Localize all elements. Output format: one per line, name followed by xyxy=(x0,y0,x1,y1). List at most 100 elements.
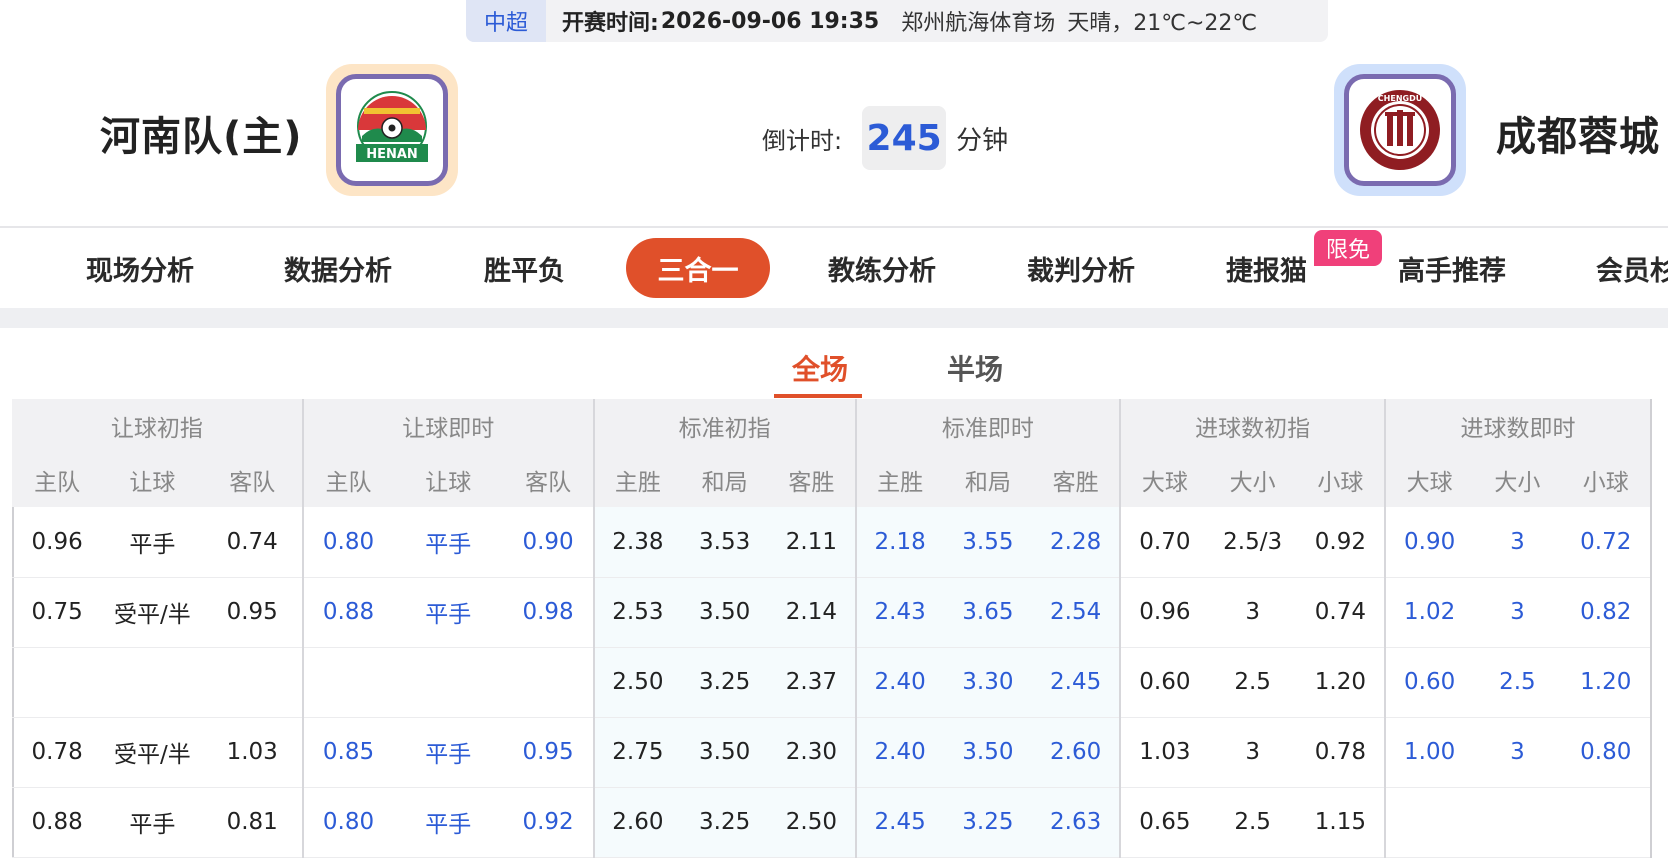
odds-row[interactable]: 0.75 受平/半 0.95 0.88 平手 0.98 2.53 3.50 2.14 2.43 3.… xyxy=(12,577,1650,648)
odds-cell: 0.78 xyxy=(12,717,103,788)
odds-cell: 1.20 xyxy=(1561,647,1650,718)
nav-tab-member[interactable]: 会员杉 xyxy=(1596,228,1668,308)
odds-cell: 2.5 xyxy=(1208,787,1297,858)
odds-cell: 3.50 xyxy=(680,577,769,648)
odds-cell: 2.75 xyxy=(593,717,681,788)
odds-cell: 2.11 xyxy=(768,507,857,578)
column-header: 大小 xyxy=(1208,453,1297,507)
nav-tab-coach-analysis[interactable]: 教练分析 xyxy=(828,228,936,308)
odds-cell: 2.18 xyxy=(855,507,944,578)
odds-cell: 0.74 xyxy=(202,507,304,578)
odds-cell xyxy=(302,647,394,718)
odds-cell: 1.03 xyxy=(1120,717,1209,788)
analysis-nav: 现场分析 数据分析 胜平负 三合一 教练分析 裁判分析 捷报猫 高手推荐 会员杉 xyxy=(0,228,1668,308)
nav-tab-data-analysis[interactable]: 数据分析 xyxy=(284,228,392,308)
home-team-name[interactable]: 河南队(主) xyxy=(100,104,303,162)
column-header: 大小 xyxy=(1473,453,1562,507)
group-handicap-initial: 让球初指 xyxy=(12,399,304,453)
odds-cell: 2.43 xyxy=(855,577,944,648)
table-right-border xyxy=(1650,399,1652,858)
column-header: 客队 xyxy=(503,453,595,507)
odds-cell: 1.20 xyxy=(1296,647,1387,718)
group-goals-initial: 进球数初指 xyxy=(1120,399,1387,453)
column-header: 大球 xyxy=(1120,453,1209,507)
home-team-logo[interactable]: HENAN xyxy=(326,64,458,196)
odds-cell: 0.92 xyxy=(1296,507,1387,578)
countdown-value: 245 xyxy=(862,106,947,170)
away-logo-text: CHENGDU xyxy=(1378,94,1422,103)
venue: 郑州航海体育场 xyxy=(901,11,1056,36)
odds-row[interactable]: 0.96 平手 0.74 0.80 平手 0.90 2.38 3.53 2.11 2.18 3.55… xyxy=(12,507,1650,578)
odds-cell: 0.90 xyxy=(503,507,595,578)
odds-cell xyxy=(1561,787,1650,858)
odds-cell: 0.98 xyxy=(503,577,595,648)
column-header: 客胜 xyxy=(1032,453,1122,507)
column-header: 大球 xyxy=(1385,453,1474,507)
subtab-full-time[interactable]: 全场 xyxy=(792,348,848,388)
away-team-name[interactable]: 成都蓉城 xyxy=(1496,104,1660,162)
odds-cell: 3.55 xyxy=(943,507,1032,578)
odds-cell: 3.30 xyxy=(943,647,1032,718)
nav-tab-expert-picks[interactable]: 高手推荐 xyxy=(1398,228,1506,308)
subtab-half-time[interactable]: 半场 xyxy=(947,348,1003,388)
nav-tab-referee-analysis[interactable]: 裁判分析 xyxy=(1027,228,1135,308)
odds-cell: 2.45 xyxy=(855,787,944,858)
table-group-header-row: 让球初指 让球即时 标准初指 标准即时 进球数初指 进球数即时 xyxy=(12,399,1650,453)
odds-cell xyxy=(393,647,504,718)
odds-cell: 3.25 xyxy=(680,787,769,858)
odds-cell: 平手 xyxy=(393,717,504,788)
nav-tab-three-in-one[interactable]: 三合一 xyxy=(626,238,770,298)
odds-cell: 平手 xyxy=(102,507,203,578)
odds-cell: 0.82 xyxy=(1561,577,1650,648)
subtab-active-indicator xyxy=(774,394,862,398)
odds-cell: 0.78 xyxy=(1296,717,1387,788)
odds-cell: 2.63 xyxy=(1032,787,1122,858)
home-logo-text: HENAN xyxy=(366,147,418,162)
odds-cell: 3.25 xyxy=(943,787,1032,858)
odds-cell: 受平/半 xyxy=(102,577,203,648)
odds-cell: 受平/半 xyxy=(102,717,203,788)
countdown-unit: 分钟 xyxy=(956,125,1009,156)
column-header: 让球 xyxy=(393,453,504,507)
nav-tab-win-draw-lose[interactable]: 胜平负 xyxy=(484,228,565,308)
odds-cell: 2.50 xyxy=(768,787,857,858)
odds-cell: 0.85 xyxy=(302,717,394,788)
column-header: 和局 xyxy=(680,453,769,507)
odds-row[interactable]: 0.78 受平/半 1.03 0.85 平手 0.95 2.75 3.50 2.30 2.40 3.… xyxy=(12,717,1650,788)
odds-cell: 3.50 xyxy=(943,717,1032,788)
column-header: 客队 xyxy=(202,453,304,507)
odds-cell: 0.72 xyxy=(1561,507,1650,578)
kickoff-label: 开赛时间: xyxy=(562,11,659,36)
column-header: 主胜 xyxy=(593,453,681,507)
odds-cell xyxy=(12,647,103,718)
odds-cell: 0.75 xyxy=(12,577,103,648)
odds-cell: 0.88 xyxy=(12,787,103,858)
odds-cell: 2.60 xyxy=(593,787,681,858)
column-header: 小球 xyxy=(1296,453,1387,507)
odds-cell: 2.40 xyxy=(855,717,944,788)
odds-table: 让球初指 让球即时 标准初指 标准即时 进球数初指 进球数即时 主队 让球 客队 主队… xyxy=(12,399,1650,858)
odds-cell: 0.80 xyxy=(302,787,394,858)
odds-cell: 2.14 xyxy=(768,577,857,648)
odds-cell xyxy=(503,647,595,718)
odds-cell: 0.80 xyxy=(302,507,394,578)
odds-cell: 0.60 xyxy=(1120,647,1209,718)
countdown: 倒计时: 245 分钟 xyxy=(762,106,1008,170)
odds-cell: 2.45 xyxy=(1032,647,1122,718)
odds-row[interactable]: 0.88 平手 0.81 0.80 平手 0.92 2.60 3.25 2.50 2.45 3.25… xyxy=(12,787,1650,858)
away-team-logo[interactable]: CHENGDU xyxy=(1334,64,1466,196)
odds-cell: 2.30 xyxy=(768,717,857,788)
column-header: 小球 xyxy=(1561,453,1650,507)
nav-tab-live-analysis[interactable]: 现场分析 xyxy=(86,228,194,308)
group-handicap-live: 让球即时 xyxy=(302,399,595,453)
column-header: 主队 xyxy=(12,453,103,507)
odds-row[interactable]: 2.50 3.25 2.37 2.40 3.30 2.45 0.60 2.5 1.20 0.60 2… xyxy=(12,647,1650,718)
odds-cell: 0.95 xyxy=(202,577,304,648)
odds-cell: 1.02 xyxy=(1385,577,1474,648)
column-header: 和局 xyxy=(943,453,1032,507)
nav-tab-jiebao-cat[interactable]: 捷报猫 xyxy=(1226,228,1307,308)
league-badge[interactable]: 中超 xyxy=(466,0,546,42)
odds-cell: 0.88 xyxy=(302,577,394,648)
column-header: 主队 xyxy=(302,453,394,507)
odds-cell: 3 xyxy=(1473,507,1562,578)
